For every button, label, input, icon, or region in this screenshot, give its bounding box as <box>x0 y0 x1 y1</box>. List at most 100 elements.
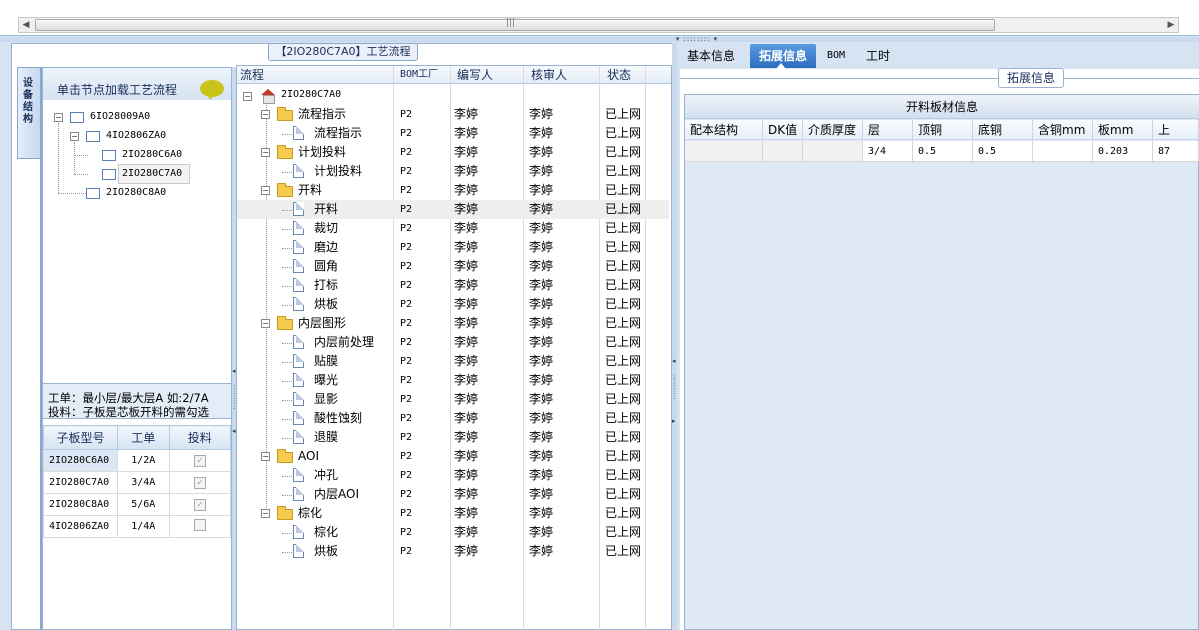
splitter-grip-icon[interactable]: ::::: <box>673 374 677 401</box>
flow-row[interactable]: 棕化 P2 李婷 李婷 已上网 <box>237 523 669 542</box>
column-header[interactable]: 工单 <box>116 425 170 450</box>
grid-cell[interactable]: 3/4 <box>863 141 913 162</box>
collapse-icon[interactable]: − <box>243 92 252 101</box>
grid-cell[interactable]: 0.5 <box>973 141 1033 162</box>
collapse-icon[interactable]: − <box>261 186 270 195</box>
column-header[interactable]: 投料 <box>168 425 232 450</box>
vertical-tab-device-structure[interactable]: 设备结构 <box>17 67 41 159</box>
grid-column-header[interactable]: 层 <box>863 120 913 140</box>
flow-row[interactable]: 流程指示 P2 李婷 李婷 已上网 <box>237 124 669 143</box>
flow-row[interactable]: − 开料 P2 李婷 李婷 已上网 <box>237 181 669 200</box>
flow-row[interactable]: − 计划投料 P2 李婷 李婷 已上网 <box>237 143 669 162</box>
column-header-reviewer[interactable]: 核审人 <box>531 66 567 84</box>
tree-node-selected[interactable]: 2IO280C7A0 <box>122 166 182 182</box>
collapse-icon[interactable]: − <box>261 452 270 461</box>
collapse-arrow-icon[interactable]: ▸ <box>672 417 676 425</box>
collapse-arrow-icon[interactable]: ◂ <box>672 357 676 365</box>
flow-row[interactable]: 显影 P2 李婷 李婷 已上网 <box>237 390 669 409</box>
checkmark-icon[interactable]: ✓ <box>193 454 206 467</box>
feed-checkbox[interactable]: ✓ <box>168 449 232 472</box>
flow-row[interactable]: 酸性蚀刻 P2 李婷 李婷 已上网 <box>237 409 669 428</box>
tree-node[interactable]: 2IO280C6A0 <box>122 147 182 163</box>
table-row[interactable]: 2IO280C6A0 1/2A ✓ <box>43 449 232 472</box>
splitter-grip-icon[interactable]: ▾ :::::::: ▾ <box>662 36 732 43</box>
grid-cell[interactable]: 87 <box>1153 141 1199 162</box>
feed-checkbox[interactable]: ✓ <box>168 493 232 516</box>
tree-node[interactable]: 4IO2806ZA0 <box>106 128 166 144</box>
home-icon <box>261 89 275 104</box>
bom-factory: P2 <box>400 546 413 557</box>
flow-row[interactable]: − 内层图形 P2 李婷 李婷 已上网 <box>237 314 669 333</box>
column-header[interactable]: 子板型号 <box>43 425 118 450</box>
collapse-icon[interactable]: − <box>261 509 270 518</box>
empty-checkbox-icon[interactable] <box>193 519 206 531</box>
tree-node[interactable]: 6IO28009A0 <box>90 109 150 125</box>
flow-root-node[interactable]: 2IO280C7A0 <box>281 89 341 100</box>
splitter-right[interactable] <box>672 43 677 630</box>
horizontal-splitter[interactable] <box>0 37 1199 42</box>
grid-cell[interactable]: 0.203 <box>1093 141 1153 162</box>
grid-cell[interactable] <box>803 141 863 162</box>
flow-row[interactable]: 裁切 P2 李婷 李婷 已上网 <box>237 219 669 238</box>
scrollbar-thumb[interactable]: ||| <box>35 18 995 31</box>
flow-row[interactable]: 磨边 P2 李婷 李婷 已上网 <box>237 238 669 257</box>
flow-row[interactable]: 计划投料 P2 李婷 李婷 已上网 <box>237 162 669 181</box>
flow-row[interactable]: 烘板 P2 李婷 李婷 已上网 <box>237 542 669 561</box>
grid-cell[interactable]: 0.5 <box>913 141 973 162</box>
grid-column-header[interactable]: DK值 <box>763 120 803 140</box>
checkmark-icon[interactable]: ✓ <box>193 498 206 511</box>
status: 已上网 <box>605 259 642 273</box>
collapse-arrow-icon[interactable]: ◂ <box>232 427 236 435</box>
collapse-icon[interactable]: − <box>261 319 270 328</box>
checkmark-icon[interactable]: ✓ <box>193 476 206 489</box>
grid-cell[interactable] <box>1033 141 1093 162</box>
grid-column-header[interactable]: 配本结构 <box>685 120 763 140</box>
node-box-icon <box>102 150 116 161</box>
feed-checkbox[interactable]: ✓ <box>168 471 232 494</box>
tab-basic-info[interactable]: 基本信息 <box>682 44 740 68</box>
collapse-arrow-icon[interactable]: ◂ <box>232 367 236 375</box>
table-row[interactable]: 2IO280C7A0 3/4A ✓ <box>43 471 232 494</box>
collapse-icon[interactable]: − <box>261 110 270 119</box>
grid-cell[interactable] <box>685 141 763 162</box>
grid-column-header[interactable]: 介质厚度 <box>803 120 863 140</box>
scroll-right-icon[interactable]: ▶ <box>1164 18 1178 32</box>
reviewer: 李婷 <box>529 107 554 121</box>
grid-column-header[interactable]: 顶铜 <box>913 120 973 140</box>
column-header-status[interactable]: 状态 <box>607 66 631 84</box>
grid-cell[interactable] <box>763 141 803 162</box>
flow-row[interactable]: 冲孔 P2 李婷 李婷 已上网 <box>237 466 669 485</box>
flow-row[interactable]: − 棕化 P2 李婷 李婷 已上网 <box>237 504 669 523</box>
sub-board-table: 子板型号 工单 投料 2IO280C6A0 1/2A ✓ 2IO280C7A0 3/4A… <box>43 425 232 538</box>
grid-column-header[interactable]: 底铜 <box>973 120 1033 140</box>
table-row[interactable]: 4IO2806ZA0 1/4A <box>43 515 232 538</box>
horizontal-scrollbar[interactable]: ◀ ||| ▶ <box>18 17 1179 33</box>
collapse-icon[interactable]: − <box>261 148 270 157</box>
flow-row[interactable]: 打标 P2 李婷 李婷 已上网 <box>237 276 669 295</box>
tab-bom[interactable]: BOM <box>822 44 850 68</box>
scroll-left-icon[interactable]: ◀ <box>19 18 33 32</box>
grid-column-header[interactable]: 板mm <box>1093 120 1153 140</box>
flow-row[interactable]: − 流程指示 P2 李婷 李婷 已上网 <box>237 105 669 124</box>
grid-column-header[interactable]: 含铜mm <box>1033 120 1093 140</box>
flow-row[interactable]: 烘板 P2 李婷 李婷 已上网 <box>237 295 669 314</box>
column-header-bom-factory[interactable]: BOM工厂 <box>400 66 438 84</box>
table-row[interactable]: 2IO280C8A0 5/6A ✓ <box>43 493 232 516</box>
collapse-icon[interactable]: − <box>54 113 63 122</box>
column-header-writer[interactable]: 编写人 <box>457 66 493 84</box>
column-header-flow[interactable]: 流程 <box>240 66 264 84</box>
flow-row[interactable]: 内层AOI P2 李婷 李婷 已上网 <box>237 485 669 504</box>
flow-row[interactable]: 退膜 P2 李婷 李婷 已上网 <box>237 428 669 447</box>
flow-row[interactable]: 曝光 P2 李婷 李婷 已上网 <box>237 371 669 390</box>
flow-row[interactable]: 内层前处理 P2 李婷 李婷 已上网 <box>237 333 669 352</box>
reviewer: 李婷 <box>529 202 554 216</box>
flow-row[interactable]: − AOI P2 李婷 李婷 已上网 <box>237 447 669 466</box>
flow-row[interactable]: 开料 P2 李婷 李婷 已上网 <box>237 200 669 219</box>
tab-labor-hours[interactable]: 工时 <box>858 44 898 68</box>
tree-node[interactable]: 2IO280C8A0 <box>106 185 166 201</box>
feed-checkbox[interactable] <box>168 515 232 538</box>
flow-row[interactable]: 圆角 P2 李婷 李婷 已上网 <box>237 257 669 276</box>
collapse-icon[interactable]: − <box>70 132 79 141</box>
flow-row[interactable]: 贴膜 P2 李婷 李婷 已上网 <box>237 352 669 371</box>
grid-column-header[interactable]: 上 <box>1153 120 1199 140</box>
